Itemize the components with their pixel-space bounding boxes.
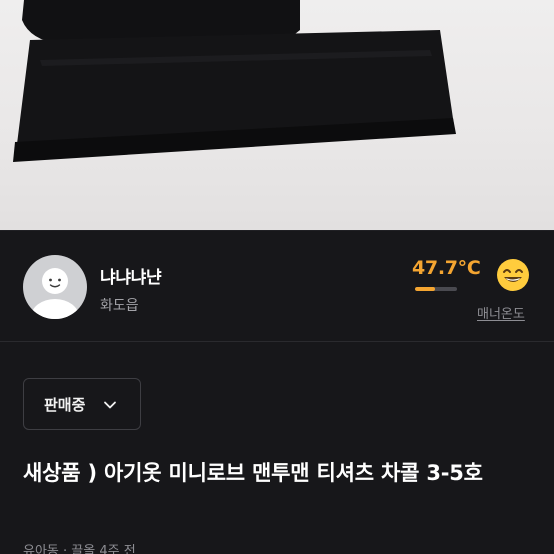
seller-profile[interactable]: 냐냐냐냔 화도읍 47.7°C 매너온도 xyxy=(0,231,554,342)
manner-temperature: 47.7°C xyxy=(412,257,481,279)
default-avatar-icon[interactable] xyxy=(23,255,87,319)
product-photo[interactable] xyxy=(0,0,554,230)
sale-status-dropdown[interactable]: 판매중 xyxy=(23,378,141,430)
section-divider xyxy=(0,341,554,342)
chevron-down-icon xyxy=(103,397,117,411)
seller-nickname[interactable]: 냐냐냐냔 xyxy=(100,263,162,288)
seller-location: 화도읍 xyxy=(100,298,139,314)
product-photo-garment xyxy=(13,0,456,162)
manner-temperature-fill xyxy=(415,287,436,291)
sale-status-label: 판매중 xyxy=(44,395,86,414)
listing-meta[interactable]: 유아동 · 끌올 4주 전 xyxy=(23,540,136,554)
manner-temperature-link[interactable]: 매너온도 xyxy=(477,303,525,322)
manner-temperature-bar xyxy=(415,287,457,291)
listing-title: 새상품 ) 아기옷 미니로브 맨투맨 티셔츠 차콜 3-5호 xyxy=(23,461,483,485)
smiley-face-icon xyxy=(495,257,531,293)
